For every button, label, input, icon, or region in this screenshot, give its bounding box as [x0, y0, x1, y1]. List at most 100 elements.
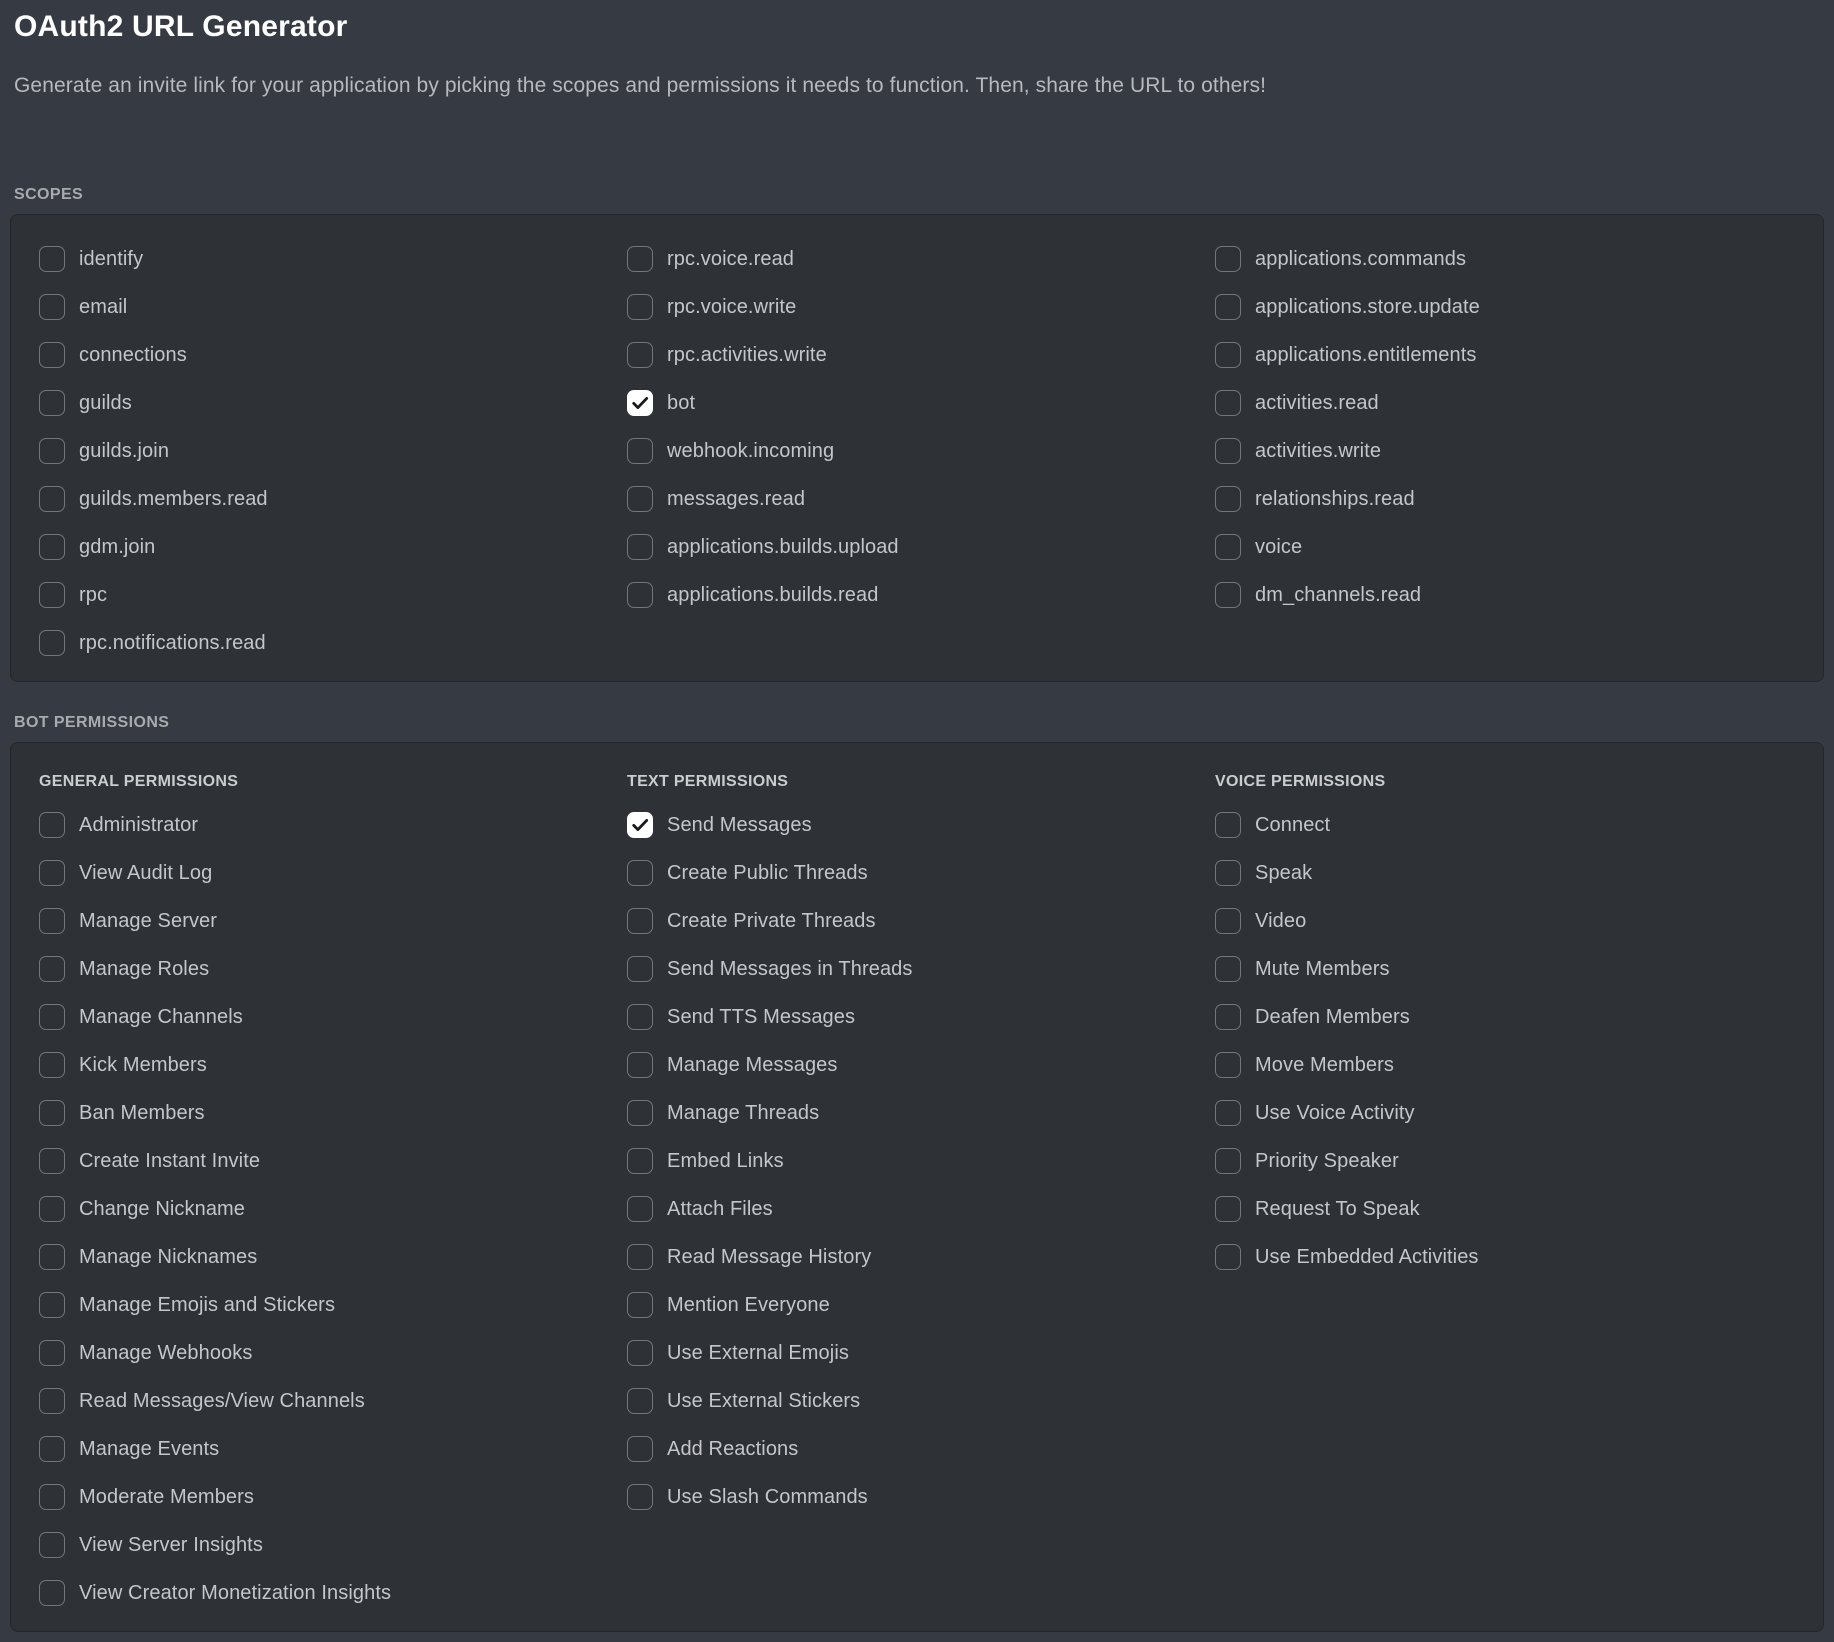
permission-item-manage-messages[interactable]: Manage Messages [627, 1051, 1215, 1079]
permission-checkbox-manage-roles[interactable] [39, 956, 65, 982]
permission-checkbox-manage-messages[interactable] [627, 1052, 653, 1078]
scope-item-applications-builds-read[interactable]: applications.builds.read [627, 581, 1215, 609]
scope-item-email[interactable]: email [39, 293, 627, 321]
permission-item-ban-members[interactable]: Ban Members [39, 1099, 627, 1127]
permission-checkbox-deafen-members[interactable] [1215, 1004, 1241, 1030]
permission-item-use-external-stickers[interactable]: Use External Stickers [627, 1387, 1215, 1415]
permission-checkbox-create-public-threads[interactable] [627, 860, 653, 886]
permission-checkbox-view-audit-log[interactable] [39, 860, 65, 886]
permission-item-change-nickname[interactable]: Change Nickname [39, 1195, 627, 1223]
permission-checkbox-manage-server[interactable] [39, 908, 65, 934]
permission-item-view-server-insights[interactable]: View Server Insights [39, 1531, 627, 1559]
permission-checkbox-request-to-speak[interactable] [1215, 1196, 1241, 1222]
scope-checkbox-webhook-incoming[interactable] [627, 438, 653, 464]
scope-checkbox-gdm-join[interactable] [39, 534, 65, 560]
permission-checkbox-embed-links[interactable] [627, 1148, 653, 1174]
permission-item-use-slash-commands[interactable]: Use Slash Commands [627, 1483, 1215, 1511]
permission-checkbox-create-private-threads[interactable] [627, 908, 653, 934]
permission-item-use-embedded-activities[interactable]: Use Embedded Activities [1215, 1243, 1803, 1271]
permission-checkbox-read-message-history[interactable] [627, 1244, 653, 1270]
scope-checkbox-applications-builds-upload[interactable] [627, 534, 653, 560]
permission-checkbox-moderate-members[interactable] [39, 1484, 65, 1510]
scope-item-guilds[interactable]: guilds [39, 389, 627, 417]
permission-item-view-creator-monetization-insights[interactable]: View Creator Monetization Insights [39, 1579, 627, 1607]
permission-checkbox-move-members[interactable] [1215, 1052, 1241, 1078]
permission-checkbox-mention-everyone[interactable] [627, 1292, 653, 1318]
permission-item-send-messages-in-threads[interactable]: Send Messages in Threads [627, 955, 1215, 983]
permission-checkbox-manage-threads[interactable] [627, 1100, 653, 1126]
permission-item-create-private-threads[interactable]: Create Private Threads [627, 907, 1215, 935]
scope-item-guilds-join[interactable]: guilds.join [39, 437, 627, 465]
permission-checkbox-manage-nicknames[interactable] [39, 1244, 65, 1270]
scope-item-rpc-activities-write[interactable]: rpc.activities.write [627, 341, 1215, 369]
permission-item-read-message-history[interactable]: Read Message History [627, 1243, 1215, 1271]
permission-item-mute-members[interactable]: Mute Members [1215, 955, 1803, 983]
permission-checkbox-connect[interactable] [1215, 812, 1241, 838]
permission-item-moderate-members[interactable]: Moderate Members [39, 1483, 627, 1511]
scope-item-applications-entitlements[interactable]: applications.entitlements [1215, 341, 1803, 369]
permission-item-request-to-speak[interactable]: Request To Speak [1215, 1195, 1803, 1223]
scope-item-rpc-voice-read[interactable]: rpc.voice.read [627, 245, 1215, 273]
permission-item-manage-channels[interactable]: Manage Channels [39, 1003, 627, 1031]
permission-checkbox-ban-members[interactable] [39, 1100, 65, 1126]
permission-item-send-messages[interactable]: Send Messages [627, 811, 1215, 839]
scope-item-applications-builds-upload[interactable]: applications.builds.upload [627, 533, 1215, 561]
scope-checkbox-relationships-read[interactable] [1215, 486, 1241, 512]
scope-item-rpc-notifications-read[interactable]: rpc.notifications.read [39, 629, 627, 657]
scope-item-guilds-members-read[interactable]: guilds.members.read [39, 485, 627, 513]
scope-item-applications-commands[interactable]: applications.commands [1215, 245, 1803, 273]
scope-item-activities-write[interactable]: activities.write [1215, 437, 1803, 465]
scope-item-connections[interactable]: connections [39, 341, 627, 369]
permission-item-create-public-threads[interactable]: Create Public Threads [627, 859, 1215, 887]
scope-checkbox-applications-store-update[interactable] [1215, 294, 1241, 320]
scope-item-activities-read[interactable]: activities.read [1215, 389, 1803, 417]
scope-checkbox-dm-channels-read[interactable] [1215, 582, 1241, 608]
permission-item-create-instant-invite[interactable]: Create Instant Invite [39, 1147, 627, 1175]
permission-item-connect[interactable]: Connect [1215, 811, 1803, 839]
permission-checkbox-send-messages-in-threads[interactable] [627, 956, 653, 982]
scope-checkbox-applications-entitlements[interactable] [1215, 342, 1241, 368]
permission-checkbox-view-creator-monetization-insights[interactable] [39, 1580, 65, 1606]
scope-checkbox-activities-read[interactable] [1215, 390, 1241, 416]
scope-checkbox-activities-write[interactable] [1215, 438, 1241, 464]
permission-item-manage-webhooks[interactable]: Manage Webhooks [39, 1339, 627, 1367]
scope-item-rpc[interactable]: rpc [39, 581, 627, 609]
permission-checkbox-use-voice-activity[interactable] [1215, 1100, 1241, 1126]
permission-item-priority-speaker[interactable]: Priority Speaker [1215, 1147, 1803, 1175]
permission-item-send-tts-messages[interactable]: Send TTS Messages [627, 1003, 1215, 1031]
permission-item-use-voice-activity[interactable]: Use Voice Activity [1215, 1099, 1803, 1127]
scope-item-gdm-join[interactable]: gdm.join [39, 533, 627, 561]
scope-checkbox-guilds[interactable] [39, 390, 65, 416]
permission-checkbox-use-slash-commands[interactable] [627, 1484, 653, 1510]
permission-item-kick-members[interactable]: Kick Members [39, 1051, 627, 1079]
permission-item-manage-events[interactable]: Manage Events [39, 1435, 627, 1463]
scope-checkbox-voice[interactable] [1215, 534, 1241, 560]
permission-checkbox-administrator[interactable] [39, 812, 65, 838]
permission-checkbox-read-messages-view-channels[interactable] [39, 1388, 65, 1414]
permission-checkbox-manage-webhooks[interactable] [39, 1340, 65, 1366]
permission-checkbox-use-external-stickers[interactable] [627, 1388, 653, 1414]
scope-item-dm-channels-read[interactable]: dm_channels.read [1215, 581, 1803, 609]
scope-checkbox-rpc[interactable] [39, 582, 65, 608]
permission-checkbox-kick-members[interactable] [39, 1052, 65, 1078]
permission-item-manage-roles[interactable]: Manage Roles [39, 955, 627, 983]
scope-item-rpc-voice-write[interactable]: rpc.voice.write [627, 293, 1215, 321]
scope-checkbox-identify[interactable] [39, 246, 65, 272]
scope-checkbox-guilds-join[interactable] [39, 438, 65, 464]
permission-checkbox-use-embedded-activities[interactable] [1215, 1244, 1241, 1270]
permission-item-manage-threads[interactable]: Manage Threads [627, 1099, 1215, 1127]
scope-checkbox-rpc-voice-read[interactable] [627, 246, 653, 272]
permission-checkbox-send-tts-messages[interactable] [627, 1004, 653, 1030]
scope-checkbox-messages-read[interactable] [627, 486, 653, 512]
permission-checkbox-priority-speaker[interactable] [1215, 1148, 1241, 1174]
scope-checkbox-email[interactable] [39, 294, 65, 320]
permission-item-mention-everyone[interactable]: Mention Everyone [627, 1291, 1215, 1319]
scope-item-identify[interactable]: identify [39, 245, 627, 273]
scope-checkbox-rpc-voice-write[interactable] [627, 294, 653, 320]
permission-item-deafen-members[interactable]: Deafen Members [1215, 1003, 1803, 1031]
permission-item-use-external-emojis[interactable]: Use External Emojis [627, 1339, 1215, 1367]
scope-checkbox-rpc-notifications-read[interactable] [39, 630, 65, 656]
permission-item-manage-emojis-and-stickers[interactable]: Manage Emojis and Stickers [39, 1291, 627, 1319]
permission-item-add-reactions[interactable]: Add Reactions [627, 1435, 1215, 1463]
permission-item-view-audit-log[interactable]: View Audit Log [39, 859, 627, 887]
